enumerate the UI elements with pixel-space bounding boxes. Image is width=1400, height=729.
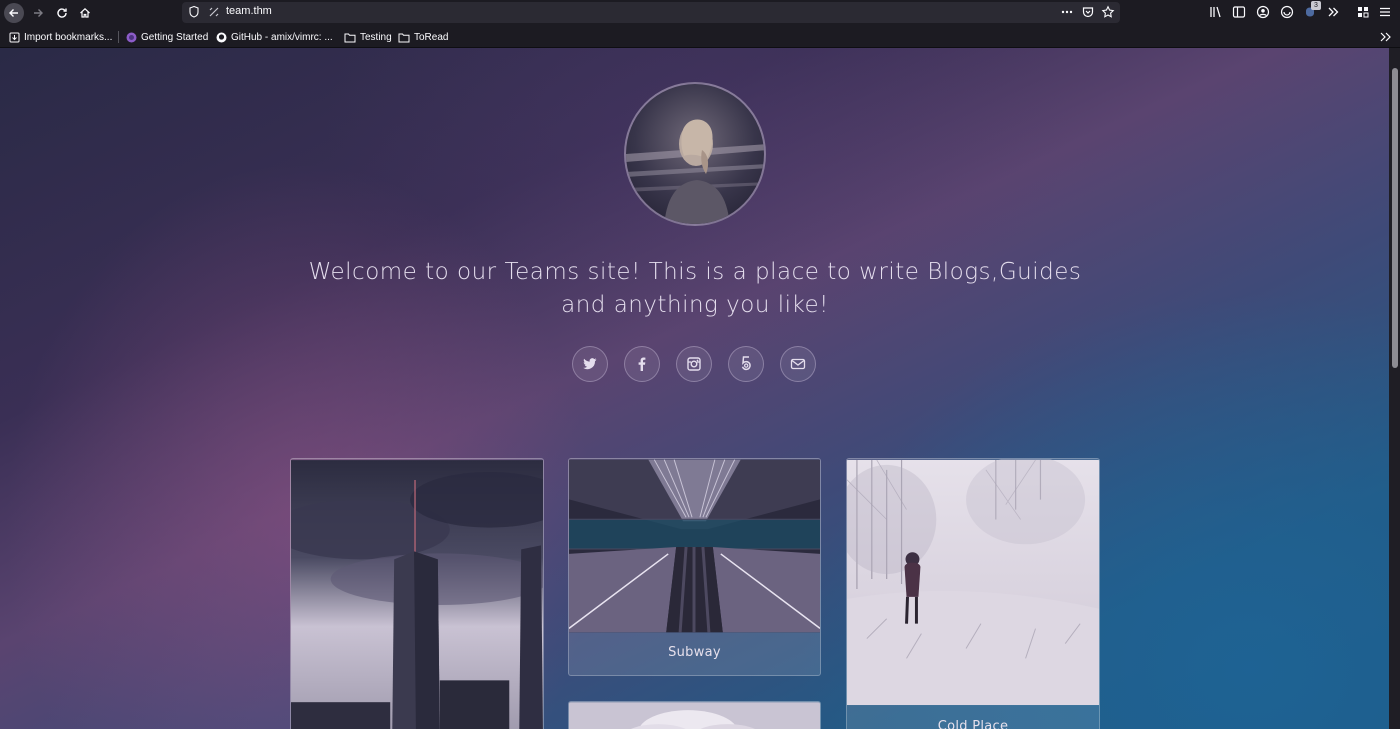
bookmarks-toolbar: Import bookmarks... Getting Started GitH… (0, 26, 1400, 48)
back-arrow-icon (9, 9, 18, 17)
gallery-card-cold-place[interactable]: Cold Place (846, 458, 1100, 729)
scrollbar-thumb[interactable] (1392, 68, 1398, 368)
email-icon (790, 358, 806, 370)
bookmarks-overflow-icon[interactable] (1380, 32, 1392, 42)
email-link[interactable] (780, 346, 816, 382)
folder-icon (344, 33, 356, 42)
overflow-menu-icon[interactable] (1326, 5, 1340, 19)
facebook-icon (638, 357, 646, 371)
page-scrollbar[interactable] (1389, 48, 1400, 729)
escalator-image (569, 459, 820, 633)
skyscraper-image (291, 460, 543, 729)
bookmark-folder-toread[interactable]: ToRead (398, 30, 448, 44)
reload-icon (57, 8, 67, 18)
facebook-link[interactable] (624, 346, 660, 382)
clouds-image (569, 702, 820, 729)
avatar-photo (626, 119, 764, 224)
bookmark-label: ToRead (414, 31, 449, 43)
gallery-card-clouds[interactable] (568, 701, 821, 729)
reload-button[interactable] (52, 3, 72, 23)
account-icon[interactable] (1256, 5, 1270, 19)
snowy-field-image (847, 459, 1099, 706)
home-icon (80, 7, 90, 18)
bookmark-separator (118, 31, 119, 43)
twitter-link[interactable] (572, 346, 608, 382)
folder-icon (398, 33, 410, 42)
bookmark-star-icon[interactable] (1101, 5, 1115, 19)
library-icon[interactable] (1209, 5, 1223, 19)
profile-avatar (624, 82, 766, 226)
firefox-icon (126, 32, 137, 42)
import-icon (9, 32, 20, 42)
more-actions-icon[interactable] (1060, 5, 1074, 19)
shield-icon[interactable] (188, 5, 200, 19)
extensions-puzzle-icon[interactable] (1356, 5, 1370, 19)
page-info-icon[interactable] (208, 6, 220, 18)
pocket-icon[interactable] (1081, 5, 1095, 19)
gallery-card-subway[interactable]: Subway (568, 458, 821, 676)
url-text[interactable]: team.thm (226, 5, 272, 17)
instagram-link[interactable] (676, 346, 712, 382)
sidebar-icon[interactable] (1232, 5, 1246, 19)
card-caption: Cold Place (937, 719, 1009, 729)
500px-link[interactable] (728, 346, 764, 382)
forward-arrow-icon (34, 9, 43, 17)
page-content: Welcome to our Teams site! This is a pla… (0, 48, 1389, 729)
500px-icon (741, 356, 751, 371)
bookmark-label: GitHub - amix/vimrc: ... (231, 31, 333, 43)
url-bar[interactable]: team.thm (182, 2, 1120, 23)
home-button[interactable] (75, 3, 95, 23)
bookmark-label: Import bookmarks... (24, 31, 113, 43)
gallery-card-skyscraper[interactable] (290, 458, 544, 729)
github-icon (216, 32, 227, 42)
bookmark-github[interactable]: GitHub - amix/vimrc: ... (216, 30, 333, 44)
hamburger-menu-icon[interactable] (1378, 5, 1392, 19)
bookmark-folder-testing[interactable]: Testing (344, 30, 392, 44)
bookmark-label: Testing (360, 31, 392, 43)
forward-button[interactable] (28, 3, 48, 23)
browser-toolbar: team.thm 3 (0, 0, 1400, 26)
welcome-heading: Welcome to our Teams site! This is a pla… (308, 259, 1082, 318)
firefox-view-icon[interactable] (1280, 5, 1294, 19)
extension-badge: 3 (1311, 1, 1321, 10)
card-caption: Subway (668, 645, 721, 660)
bookmark-label: Getting Started (141, 31, 209, 43)
instagram-icon (687, 357, 701, 371)
bookmark-getting-started[interactable]: Getting Started (126, 30, 208, 44)
twitter-icon (583, 358, 597, 370)
bookmark-import[interactable]: Import bookmarks... (9, 30, 112, 44)
back-button[interactable] (4, 3, 24, 23)
